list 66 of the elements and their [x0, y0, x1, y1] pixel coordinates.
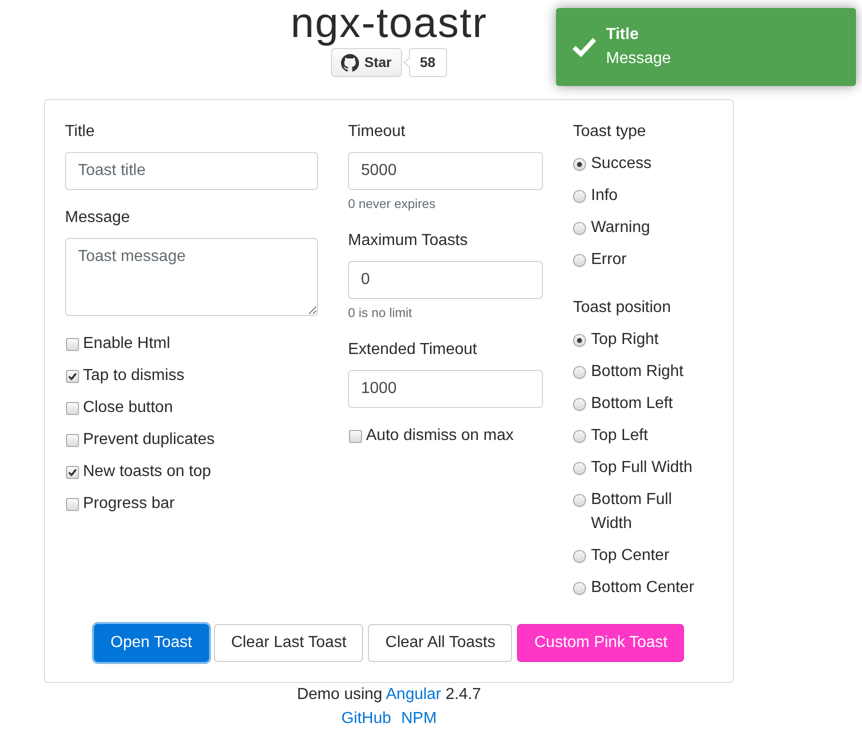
radio-button[interactable]: [573, 494, 586, 507]
checkbox-label: Tap to dismiss: [83, 366, 184, 386]
message-input[interactable]: Toast message: [65, 238, 318, 316]
field-label: Maximum Toasts: [348, 231, 468, 252]
radio-label: Error: [591, 250, 627, 270]
button[interactable]: Open Toast: [94, 624, 210, 662]
inline-link[interactable]: Angular: [386, 686, 442, 703]
radio-label: Success: [591, 154, 652, 174]
number-input[interactable]: 5000: [348, 152, 543, 190]
footer-link[interactable]: NPM: [401, 707, 437, 731]
group-label: Toast type: [573, 122, 646, 142]
radio-button[interactable]: [573, 582, 586, 595]
radio-label: Warning: [591, 218, 650, 238]
checkbox[interactable]: [66, 370, 79, 382]
number-input[interactable]: 0: [348, 261, 543, 300]
radio-label: Bottom Full Width: [591, 490, 673, 534]
radio-label: Top Left: [591, 426, 648, 446]
star-button[interactable]: Star: [331, 48, 402, 77]
field-label: Extended Timeout: [348, 340, 477, 360]
footer-link[interactable]: GitHub: [341, 707, 392, 731]
github-icon: [341, 54, 360, 72]
checkbox[interactable]: [66, 466, 79, 478]
field-label: Title: [65, 122, 95, 142]
page-title: ngx-toastr: [290, 0, 488, 46]
radio-label: Top Right: [591, 330, 659, 350]
radio-button[interactable]: [573, 190, 586, 203]
radio-label: Bottom Center: [591, 578, 694, 598]
radio-button[interactable]: [573, 222, 586, 235]
checkbox-label: Auto dismiss on max: [366, 426, 514, 446]
toast-title: Title: [606, 25, 639, 45]
button[interactable]: Clear Last Toast: [214, 624, 364, 662]
group-label: Toast position: [573, 298, 671, 318]
toast-message: Message: [606, 49, 671, 69]
checkbox-label: Close button: [83, 398, 173, 418]
radio-button[interactable]: [573, 462, 586, 475]
radio-label: Top Center: [591, 546, 670, 566]
radio-button[interactable]: [573, 366, 586, 379]
help-text: 0 is no limit: [348, 304, 412, 322]
radio-label: Info: [591, 186, 618, 206]
title-input[interactable]: Toast title: [65, 152, 318, 190]
checkbox[interactable]: [66, 338, 79, 350]
checkbox[interactable]: [66, 402, 79, 414]
checkbox[interactable]: [66, 434, 79, 446]
checkbox-label: New toasts on top: [83, 462, 212, 482]
radio-label: Bottom Right: [591, 362, 684, 382]
field-label: Message: [65, 208, 130, 228]
field-label: Timeout: [348, 122, 406, 142]
checkbox-label: Progress bar: [83, 494, 175, 514]
credit-text: Demo using Angular 2.4.7: [296, 685, 482, 705]
radio-button[interactable]: [573, 158, 586, 171]
star-count[interactable]: 58: [402, 48, 447, 77]
radio-button[interactable]: [573, 254, 586, 267]
checkbox[interactable]: [349, 430, 362, 443]
checkbox[interactable]: [66, 498, 79, 510]
radio-button[interactable]: [573, 334, 586, 347]
checkbox-label: Enable Html: [83, 334, 170, 354]
button[interactable]: Clear All Toasts: [368, 624, 512, 662]
radio-button[interactable]: [573, 550, 586, 563]
help-text: 0 never expires: [348, 195, 436, 213]
number-input[interactable]: 1000: [348, 370, 543, 408]
radio-label: Top Full Width: [591, 458, 692, 478]
radio-button[interactable]: [573, 398, 586, 411]
radio-label: Bottom Left: [591, 394, 673, 414]
checkbox-label: Prevent duplicates: [83, 430, 215, 450]
radio-button[interactable]: [573, 430, 586, 443]
checkmark-icon: [571, 36, 597, 58]
